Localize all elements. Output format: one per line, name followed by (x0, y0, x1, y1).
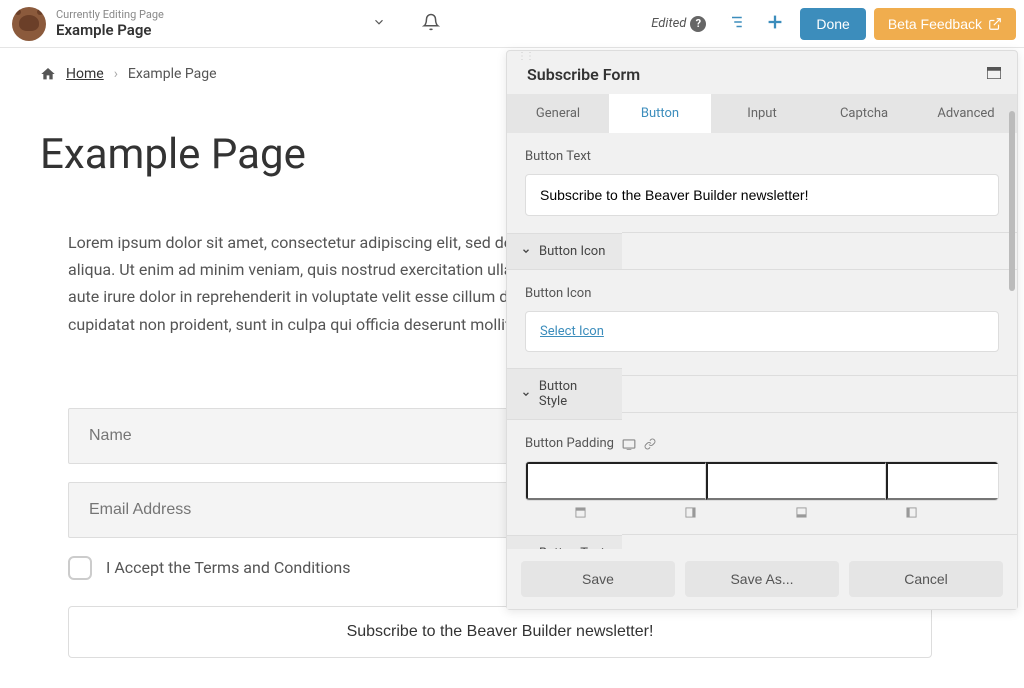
padding-right-icon (636, 507, 747, 518)
tab-button[interactable]: Button (609, 94, 711, 133)
padding-left-icon (857, 507, 968, 518)
outline-icon[interactable] (720, 7, 750, 41)
chevron-down-icon (521, 246, 531, 256)
tab-advanced[interactable]: Advanced (915, 94, 1017, 133)
beaver-logo-icon (12, 7, 46, 41)
edited-status: Edited (651, 16, 686, 31)
tab-general[interactable]: General (507, 94, 609, 133)
panel-body: Button Text Button Icon Button Icon Sele… (507, 133, 1017, 549)
panel-title: Subscribe Form (527, 65, 640, 84)
padding-right-input[interactable] (706, 462, 886, 500)
panel-footer: Save Save As... Cancel (507, 549, 1017, 609)
button-text-input[interactable] (525, 174, 999, 216)
done-button[interactable]: Done (800, 8, 865, 40)
select-icon-link[interactable]: Select Icon (525, 311, 999, 352)
notifications-bell-icon[interactable] (414, 5, 448, 43)
button-text-label: Button Text (525, 149, 999, 164)
feedback-label: Beta Feedback (888, 16, 982, 32)
subscribe-button[interactable]: Subscribe to the Beaver Builder newslett… (68, 606, 932, 658)
padding-top-icon (525, 507, 636, 518)
panel-maximize-icon[interactable] (987, 67, 1001, 83)
tab-captcha[interactable]: Captcha (813, 94, 915, 133)
help-icon[interactable]: ? (690, 16, 706, 32)
page-title-small: Example Page (56, 21, 164, 39)
save-button[interactable]: Save (521, 561, 675, 597)
breadcrumb-separator: › (114, 66, 118, 82)
padding-bottom-icon (746, 507, 857, 518)
cancel-button[interactable]: Cancel (849, 561, 1003, 597)
breadcrumb-home[interactable]: Home (66, 66, 104, 82)
section-button-icon[interactable]: Button Icon (507, 233, 622, 270)
link-icon[interactable] (644, 438, 656, 450)
chevron-down-icon (521, 389, 531, 399)
panel-drag-handle[interactable] (507, 51, 1017, 61)
responsive-icon[interactable] (622, 438, 636, 450)
beta-feedback-button[interactable]: Beta Feedback (874, 8, 1016, 40)
tab-input[interactable]: Input (711, 94, 813, 133)
terms-checkbox[interactable] (68, 556, 92, 580)
panel-scrollbar[interactable] (1009, 111, 1015, 291)
top-toolbar: Currently Editing Page Example Page Edit… (0, 0, 1024, 48)
breadcrumb-current: Example Page (128, 66, 217, 82)
button-icon-label: Button Icon (525, 286, 999, 301)
padding-top-input[interactable] (526, 462, 706, 500)
padding-grid: px (525, 461, 999, 501)
section-button-text[interactable]: Button Text (507, 535, 622, 550)
terms-label: I Accept the Terms and Conditions (106, 558, 350, 577)
settings-panel: Subscribe Form General Button Input Capt… (506, 50, 1018, 610)
editing-label: Currently Editing Page (56, 8, 164, 21)
page-title-area[interactable]: Currently Editing Page Example Page (56, 8, 164, 39)
external-link-icon (988, 17, 1002, 31)
save-as-button[interactable]: Save As... (685, 561, 839, 597)
padding-bottom-input[interactable] (886, 462, 999, 500)
section-button-style[interactable]: Button Style (507, 368, 622, 420)
home-icon (40, 66, 56, 82)
button-padding-label: Button Padding (525, 436, 999, 451)
panel-header: Subscribe Form (507, 61, 1017, 94)
add-module-plus-icon[interactable] (758, 5, 792, 43)
panel-tabs: General Button Input Captcha Advanced (507, 94, 1017, 133)
title-chevron-down-icon[interactable] (364, 7, 394, 41)
